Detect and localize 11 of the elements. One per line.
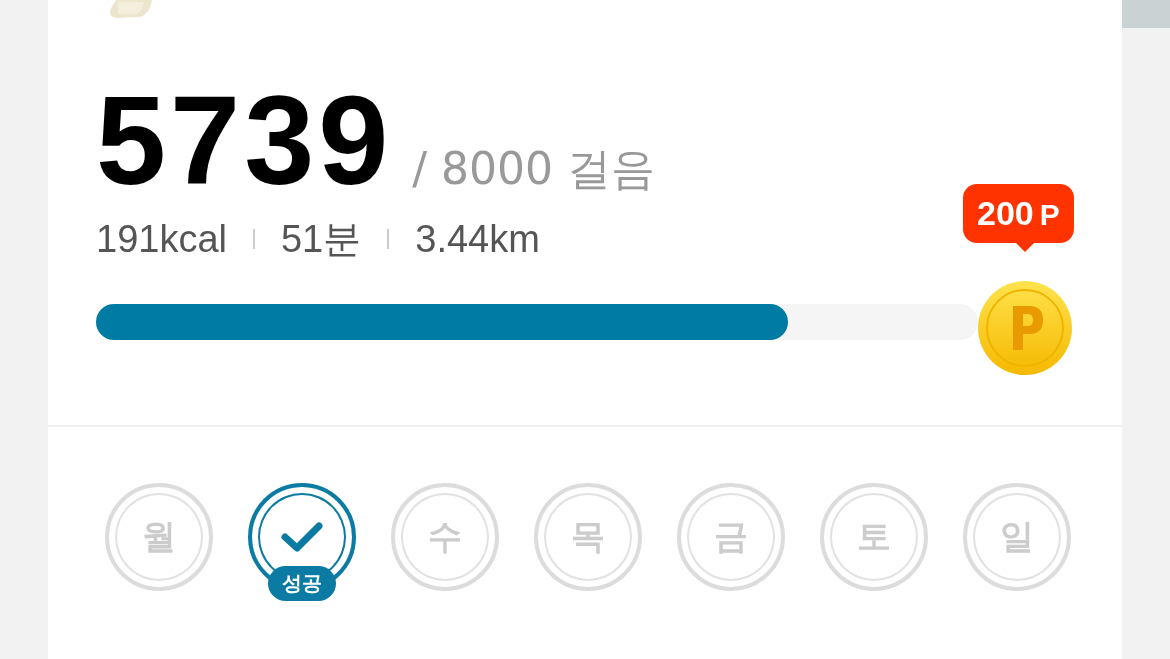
stat-value: 191kcal xyxy=(96,217,227,261)
reward-unit: P xyxy=(1039,198,1060,232)
check-icon xyxy=(280,521,324,553)
background-panel xyxy=(1122,0,1170,28)
stat-value: 51분 xyxy=(281,216,362,262)
stat-value: 3.44km xyxy=(415,217,540,261)
reward-points: 200 xyxy=(977,194,1034,233)
success-badge: 성공 xyxy=(268,566,336,601)
step-goal: / 8000 걸음 xyxy=(412,142,656,196)
coin-icon xyxy=(977,280,1073,376)
step-count: 5739 xyxy=(96,82,393,200)
